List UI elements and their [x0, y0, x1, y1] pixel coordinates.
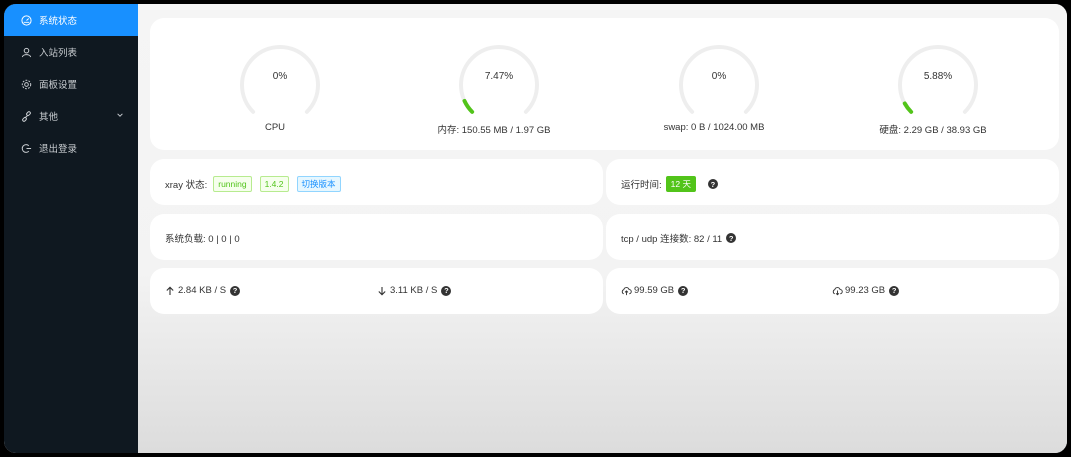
swap-gauge: 0%: [674, 40, 764, 130]
sidebar-item-system-status[interactable]: 系统状态: [4, 4, 138, 36]
memory-percent: 7.47%: [484, 71, 514, 82]
memory-label: 内存: 150.55 MB / 1.97 GB: [437, 125, 551, 136]
cpu-gauge-ring: [240, 45, 320, 114]
connections-text: tcp / udp 连接数: 82 / 11: [621, 234, 723, 245]
link-icon: [20, 110, 32, 122]
memory-gauge-ring: [459, 45, 539, 114]
xray-status-label: xray 状态:: [165, 180, 208, 191]
sidebar-item-label: 退出登录: [39, 144, 78, 155]
sidebar-item-label: 系统状态: [39, 16, 78, 27]
uptime-card: 运行时间: 12 天 ?: [606, 159, 1059, 205]
help-icon[interactable]: ?: [678, 285, 689, 296]
help-icon[interactable]: ?: [441, 285, 452, 296]
sidebar-item-label: 面板设置: [39, 80, 78, 91]
sidebar-item-label: 其他: [39, 112, 59, 123]
disk-percent: 5.88%: [923, 71, 953, 82]
xray-running-badge: running: [213, 176, 252, 192]
sidebar-item-inbounds[interactable]: 入站列表: [4, 36, 138, 68]
logout-icon: [20, 142, 32, 154]
disk-gauge-ring: [898, 45, 978, 114]
network-speed-card: 2.84 KB / S ? 3.11 KB / S ?: [150, 268, 603, 314]
gauges-card: 0% 7.47% 0% 5.88% CPU 内存: 150.55 MB / 1.…: [150, 18, 1059, 150]
traffic-sent: 99.59 GB: [634, 285, 675, 296]
system-load-text: 系统负载: 0 | 0 | 0: [165, 234, 240, 245]
switch-version-button[interactable]: 切换版本: [296, 176, 341, 192]
user-icon: [20, 46, 32, 58]
traffic-received: 99.23 GB: [845, 285, 886, 296]
uptime-badge: 12 天: [665, 176, 696, 192]
download-speed: 3.11 KB / S: [390, 285, 438, 296]
upload-speed: 2.84 KB / S: [178, 285, 227, 296]
sidebar-item-label: 入站列表: [39, 48, 78, 59]
main-content: 0% 7.47% 0% 5.88% CPU 内存: 150.55 MB / 1.…: [138, 4, 1067, 453]
xray-version-badge: 1.4.2: [259, 176, 289, 192]
swap-percent: 0%: [711, 71, 727, 82]
swap-gauge-ring: [679, 45, 759, 114]
cpu-label: CPU: [264, 122, 286, 133]
connections-card: tcp / udp 连接数: 82 / 11 ?: [606, 214, 1059, 260]
swap-label: swap: 0 B / 1024.00 MB: [663, 122, 765, 133]
dashboard-icon: [20, 14, 32, 26]
uptime-label: 运行时间:: [621, 180, 662, 191]
help-icon[interactable]: ?: [726, 233, 737, 243]
memory-gauge: 7.47%: [454, 40, 544, 130]
help-icon[interactable]: ?: [230, 285, 241, 296]
gear-icon: [20, 78, 32, 90]
cloud-upload-icon: [621, 286, 632, 296]
disk-gauge: 5.88%: [893, 40, 983, 130]
sidebar-item-logout[interactable]: 退出登录: [4, 132, 138, 164]
cpu-gauge: 0%: [235, 40, 325, 130]
arrow-up-icon: [165, 286, 175, 296]
disk-label: 硬盘: 2.29 GB / 38.93 GB: [879, 125, 987, 136]
cloud-download-icon: [832, 286, 843, 296]
traffic-card: 99.59 GB ? 99.23 GB ?: [606, 268, 1059, 314]
xray-status-card: xray 状态: running 1.4.2 切换版本: [150, 159, 603, 205]
help-icon[interactable]: ?: [707, 179, 718, 189]
app-window: 系统状态 入站列表 面板设置 其他 退出登录 0% 7.47% 0% 5.88%…: [4, 4, 1067, 453]
sidebar: 系统状态 入站列表 面板设置 其他 退出登录: [4, 4, 138, 453]
arrow-down-icon: [377, 286, 387, 296]
system-load-card: 系统负载: 0 | 0 | 0: [150, 214, 603, 260]
cpu-percent: 0%: [272, 71, 288, 82]
help-icon[interactable]: ?: [889, 285, 900, 296]
chevron-down-icon: [116, 111, 126, 121]
sidebar-item-panel-settings[interactable]: 面板设置: [4, 68, 138, 100]
sidebar-item-other[interactable]: 其他: [4, 100, 138, 132]
